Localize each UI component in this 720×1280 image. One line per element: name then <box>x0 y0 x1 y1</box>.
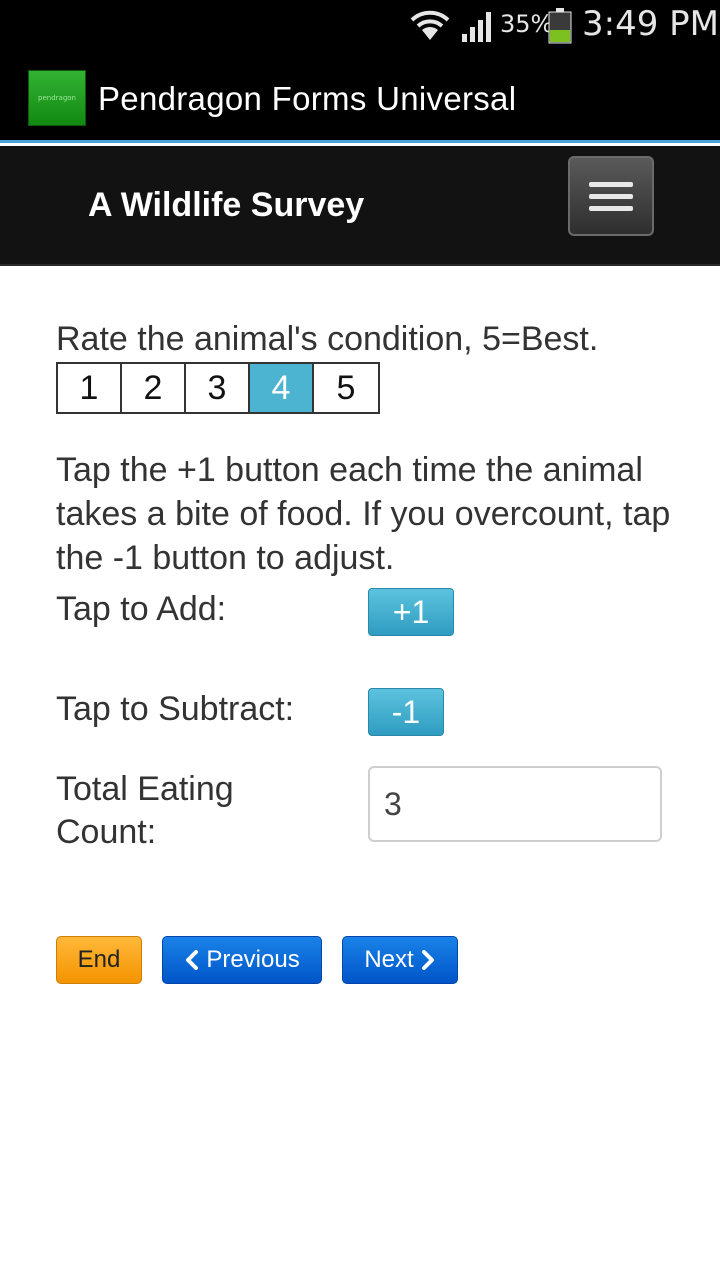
subtract-one-button[interactable]: -1 <box>368 688 444 736</box>
rating-option-5[interactable]: 5 <box>314 364 378 412</box>
rating-question-label: Rate the animal's condition, 5=Best. <box>56 320 599 358</box>
chevron-right-icon <box>421 950 434 970</box>
clock: 3:49 PM <box>582 4 719 44</box>
battery-icon <box>548 8 572 44</box>
previous-button[interactable]: Previous <box>162 936 322 984</box>
next-button[interactable]: Next <box>342 936 458 984</box>
battery-percent: 35% <box>500 10 554 38</box>
end-button-label: End <box>77 946 121 973</box>
menu-button[interactable] <box>568 156 654 236</box>
add-one-button[interactable]: +1 <box>368 588 454 636</box>
chevron-left-icon <box>186 950 199 970</box>
rating-option-4[interactable]: 4 <box>250 364 314 412</box>
total-eating-count-label: Total Eating Count: <box>56 770 234 851</box>
rating-option-1[interactable]: 1 <box>58 364 122 412</box>
logo-text: pendragon <box>38 94 76 102</box>
wifi-icon <box>410 10 450 40</box>
previous-button-label: Previous <box>206 946 300 973</box>
action-bar: pendragon Pendragon Forms Universal <box>0 50 720 143</box>
app-title: Pendragon Forms Universal <box>98 80 517 117</box>
signal-icon <box>462 12 491 42</box>
rating-selector: 1 2 3 4 5 <box>56 362 380 414</box>
subtract-label: Tap to Subtract: <box>56 690 295 728</box>
rating-option-3[interactable]: 3 <box>186 364 250 412</box>
add-label: Tap to Add: <box>56 590 227 628</box>
end-button[interactable]: End <box>56 936 142 984</box>
form-header: A Wildlife Survey <box>0 146 720 266</box>
pendragon-logo-icon[interactable]: pendragon <box>28 70 86 126</box>
total-eating-count-field[interactable] <box>368 766 662 842</box>
status-bar: 35% 3:49 PM <box>0 0 720 50</box>
next-button-label: Next <box>364 946 414 973</box>
instructions-text: Tap the +1 button each time the animal t… <box>56 451 671 577</box>
form-title: A Wildlife Survey <box>88 186 365 224</box>
rating-option-2[interactable]: 2 <box>122 364 186 412</box>
hamburger-menu-icon <box>589 181 633 187</box>
